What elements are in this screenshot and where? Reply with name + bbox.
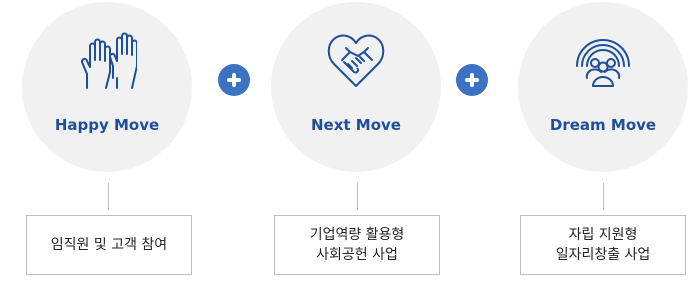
next-move-title: Next Move [311,116,401,134]
dream-move-description: 자립 지원형 일자리창출 사업 [520,215,686,275]
handshake-heart-icon [327,34,385,87]
happy-move-title: Happy Move [54,116,160,134]
plus-icon-2 [456,64,488,96]
next-move-description: 기업역량 활용형 사회공헌 사업 [274,215,440,275]
description-line: 사회공헌 사업 [316,247,398,263]
rainbow-people-icon [576,39,630,87]
dream-move-title: Dream Move [549,116,657,134]
description-line: 일자리창출 사업 [555,247,651,263]
description-line: 자립 지원형 [568,227,638,243]
description-line: 기업역량 활용형 [309,227,405,243]
connector-line-3 [603,183,604,210]
raised-hands-icon [80,32,137,89]
connector-line-1 [108,183,109,210]
plus-icon-1 [218,64,250,96]
description-line: 임직원 및 고객 참여 [50,237,168,253]
happy-move-description: 임직원 및 고객 참여 [26,215,192,275]
connector-line-2 [357,183,358,210]
happy-move-circle: Happy Move [22,2,192,172]
next-move-circle: Next Move [271,2,441,172]
dream-move-circle: Dream Move [518,2,688,172]
